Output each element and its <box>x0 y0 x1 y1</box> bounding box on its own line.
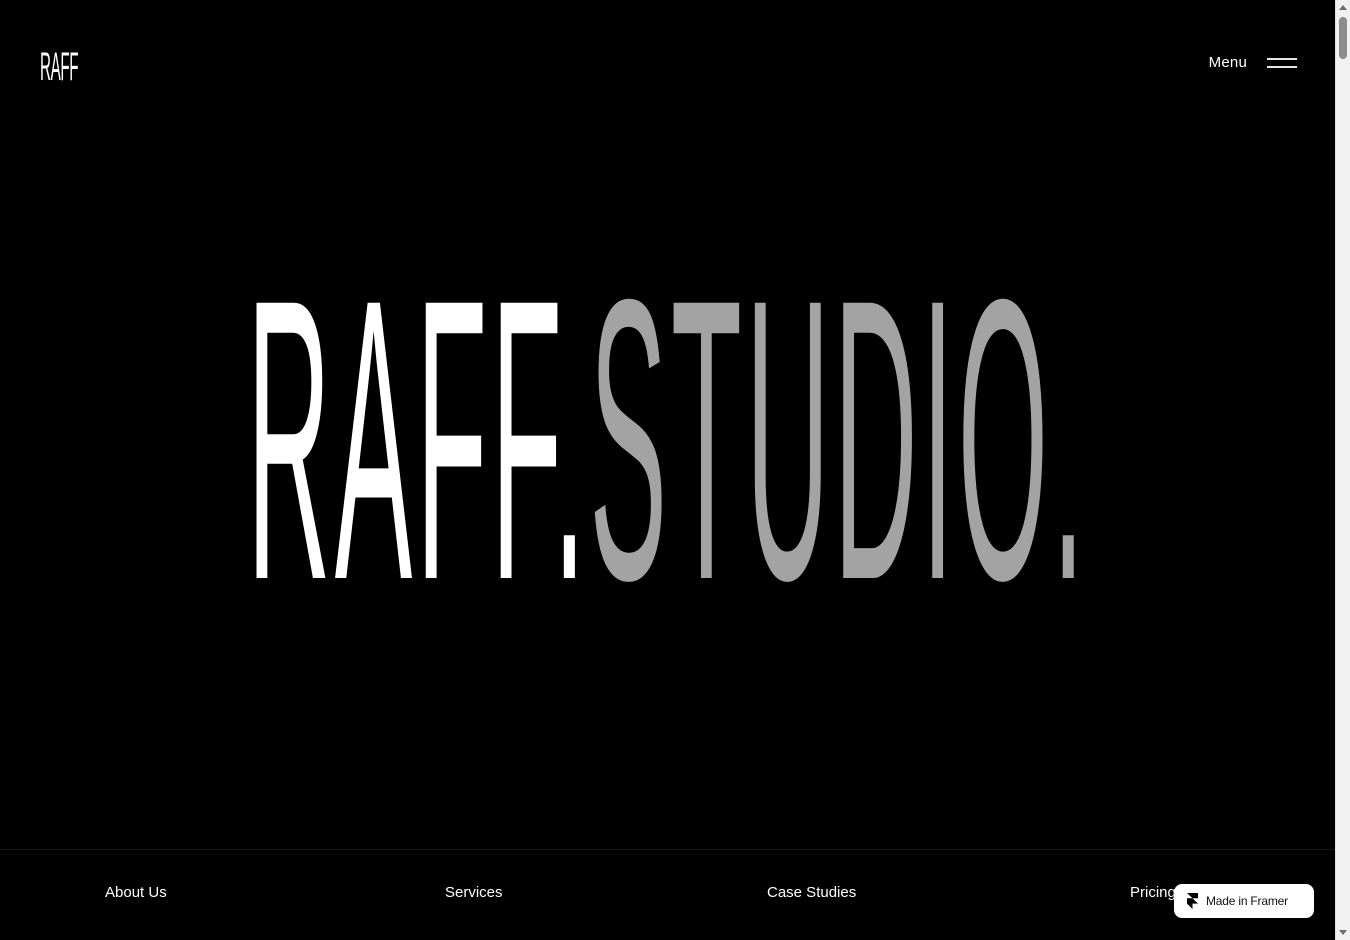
scroll-down-arrow-icon[interactable] <box>1339 930 1347 935</box>
menu-label: Menu <box>1208 54 1247 71</box>
footer-nav-pricing[interactable]: Pricing <box>1130 884 1176 901</box>
hero-title-part1: RAFF. <box>246 216 590 663</box>
footer-nav-about[interactable]: About Us <box>105 884 167 901</box>
made-in-framer-badge[interactable]: Made in Framer <box>1174 884 1314 918</box>
hero-title-part2: STUDIO. <box>589 216 1089 663</box>
scroll-up-arrow-icon[interactable] <box>1339 5 1347 10</box>
scrollbar[interactable] <box>1335 0 1350 940</box>
hero: RAFF.STUDIO. <box>0 230 1335 650</box>
footer-nav: About Us Services Case Studies Pricing <box>0 884 1335 908</box>
footer-divider <box>0 849 1335 850</box>
framer-icon <box>1187 893 1198 909</box>
hamburger-icon <box>1267 57 1297 68</box>
footer-nav-case-studies[interactable]: Case Studies <box>767 884 856 901</box>
logo[interactable]: RAFF <box>40 47 79 87</box>
footer-nav-services[interactable]: Services <box>445 884 503 901</box>
page: RAFF Menu RAFF.STUDIO. About Us Services… <box>0 0 1335 940</box>
scrollbar-thumb[interactable] <box>1339 17 1347 59</box>
menu-button[interactable]: Menu <box>1209 54 1297 71</box>
badge-label: Made in Framer <box>1206 894 1288 908</box>
hero-title: RAFF.STUDIO. <box>247 240 1088 640</box>
